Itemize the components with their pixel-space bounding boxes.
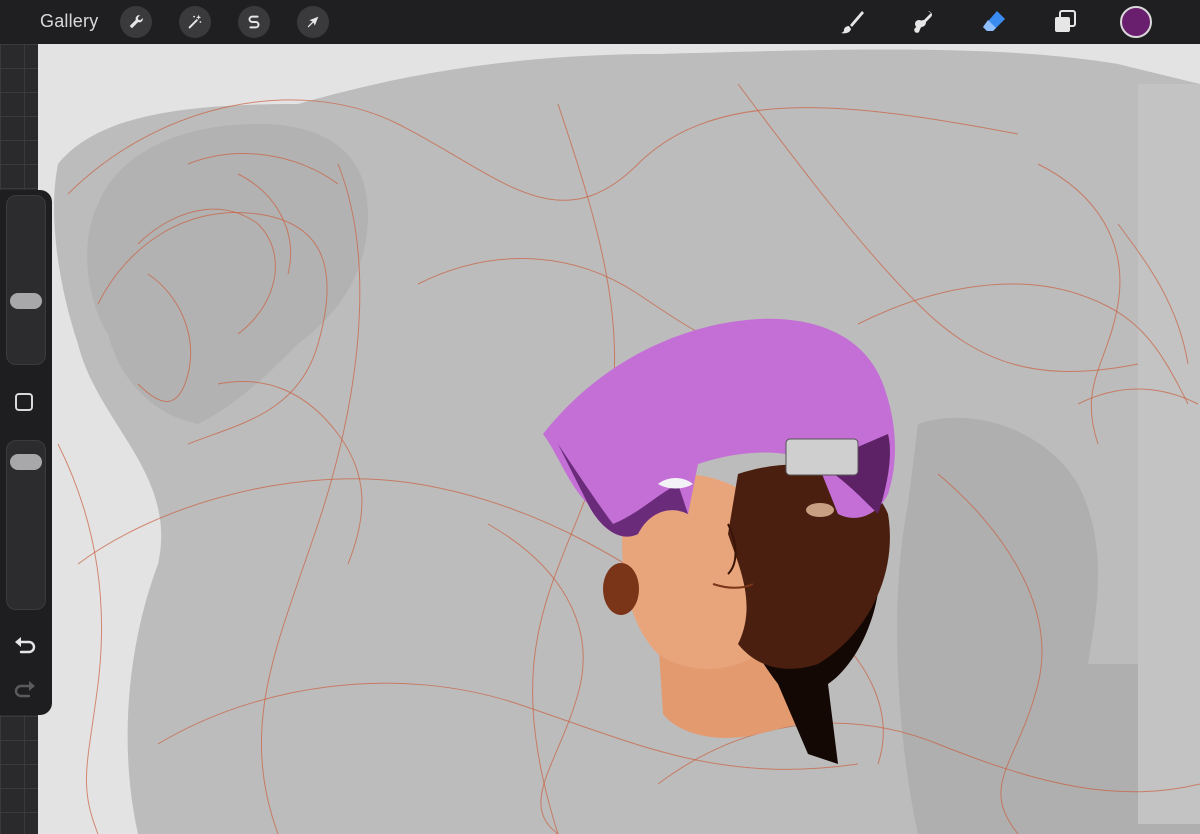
opacity-slider[interactable] [6, 440, 46, 610]
eraser-tool-button[interactable] [978, 6, 1010, 38]
color-picker-button[interactable] [1120, 6, 1152, 38]
redo-arrow-icon [14, 681, 35, 698]
brush-icon [841, 11, 864, 34]
brush-size-slider[interactable] [6, 195, 46, 365]
layers-button[interactable] [1049, 6, 1081, 38]
brush-size-thumb[interactable] [10, 293, 42, 309]
selection-button[interactable] [238, 6, 270, 38]
square-icon[interactable] [15, 393, 33, 411]
actions-button[interactable] [120, 6, 152, 38]
head-band [785, 438, 859, 476]
eraser-icon [983, 11, 1005, 31]
layers-icon [1055, 10, 1076, 32]
redo-button[interactable] [12, 678, 38, 702]
top-toolbar: Gallery [0, 0, 1200, 44]
brush-tool-button[interactable] [836, 6, 868, 38]
opacity-thumb[interactable] [10, 454, 42, 470]
undo-arrow-icon [15, 637, 36, 654]
artwork [54, 49, 1200, 834]
left-sidebar [0, 190, 52, 715]
transform-button[interactable] [297, 6, 329, 38]
smudge-icon [914, 11, 932, 33]
wrench-icon [129, 15, 143, 29]
gallery-button[interactable]: Gallery [40, 11, 98, 32]
arrow-cursor-icon [307, 16, 319, 28]
undo-button[interactable] [12, 634, 38, 658]
selection-s-icon [248, 15, 260, 29]
smudge-tool-button[interactable] [906, 6, 938, 38]
drawing-canvas[interactable] [38, 44, 1200, 834]
adjustments-button[interactable] [179, 6, 211, 38]
magic-wand-icon [188, 14, 202, 29]
